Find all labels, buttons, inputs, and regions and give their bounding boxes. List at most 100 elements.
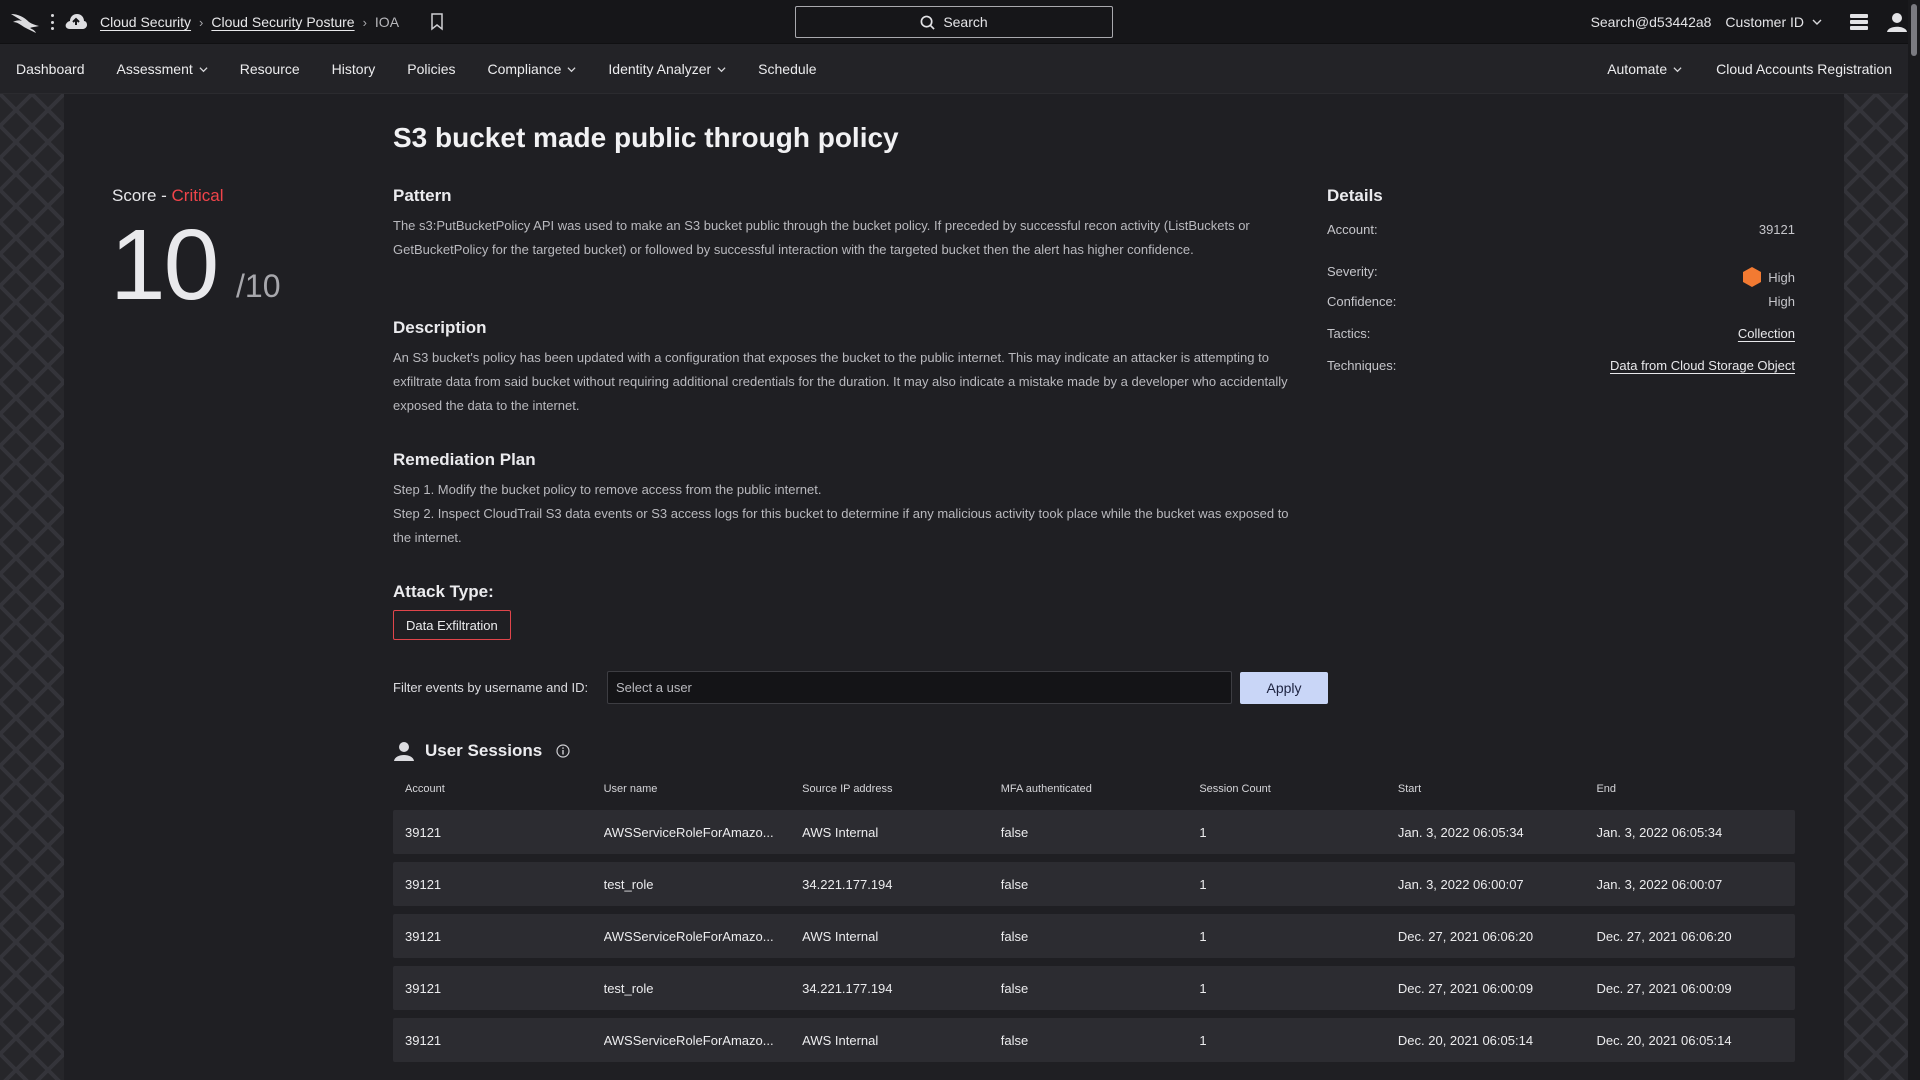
tactics-link[interactable]: Collection <box>1738 326 1795 341</box>
techniques-link[interactable]: Data from Cloud Storage Object <box>1610 358 1795 373</box>
falcon-logo-icon[interactable] <box>10 10 40 34</box>
table-cell: 34.221.177.194 <box>802 980 893 996</box>
apply-button[interactable]: Apply <box>1240 672 1328 704</box>
nav-identity-analyzer[interactable]: Identity Analyzer <box>608 61 726 77</box>
column-header[interactable]: User name <box>604 783 803 795</box>
table-cell: AWSServiceRoleForAmazo... <box>603 1032 774 1048</box>
table-cell: Dec. 20, 2021 06:05:14 <box>1596 1032 1732 1048</box>
nav-label: Cloud Accounts Registration <box>1716 61 1892 77</box>
user-profile-icon[interactable] <box>1886 11 1908 33</box>
page-scrollbar[interactable] <box>1908 0 1920 1080</box>
pattern-text: The s3:PutBucketPolicy API was used to m… <box>393 218 1250 257</box>
column-header[interactable]: Source IP address <box>802 783 1001 795</box>
nav-label: Dashboard <box>16 61 85 77</box>
person-icon <box>394 742 414 761</box>
detail-severity-value: High <box>1768 269 1795 285</box>
table-cell: Dec. 20, 2021 06:05:14 <box>1397 1032 1534 1048</box>
column-header[interactable]: Start <box>1398 783 1597 795</box>
remediation-heading: Remediation Plan <box>393 450 536 469</box>
description-heading: Description <box>393 318 487 337</box>
chevron-right-icon: › <box>199 14 204 30</box>
table-row[interactable]: 39121 AWSServiceRoleForAmazo... AWS Intern… <box>393 1018 1795 1062</box>
bookmark-icon[interactable] <box>430 13 444 31</box>
table-cell: AWS Internal <box>802 928 879 944</box>
user-name[interactable]: Search@d53442a8 <box>1591 14 1712 30</box>
table-header: Account User name Source IP address MFA aut… <box>393 776 1795 802</box>
filter-label: Filter events by username and ID: <box>393 680 589 695</box>
customer-id-dropdown[interactable]: Customer ID <box>1725 14 1822 30</box>
top-bar: Cloud Security › Cloud Security Posture … <box>0 0 1920 44</box>
detail-severity-label: Severity: <box>1327 263 1378 279</box>
breadcrumb-cloud-security[interactable]: Cloud Security <box>100 14 191 30</box>
breadcrumb-cloud-security-posture[interactable]: Cloud Security Posture <box>211 14 354 30</box>
nav-label: Resource <box>239 61 300 77</box>
table-row[interactable]: 39121 test_role 34.221.177.194 false 1 Dec. 2… <box>393 966 1795 1010</box>
detail-account-value: 39121 <box>1758 222 1795 237</box>
table-cell: 39121 <box>405 824 442 840</box>
table-row[interactable]: 39121 test_role 34.221.177.194 false 1 Jan. 3… <box>393 862 1795 906</box>
remediation-step-2: Step 2. Inspect CloudTrail S3 data event… <box>393 506 1289 545</box>
table-row[interactable]: 39121 AWSServiceRoleForAmazo... AWS Intern… <box>393 810 1795 854</box>
search-button[interactable]: Search <box>795 6 1113 38</box>
app-menu-icon[interactable] <box>49 11 55 33</box>
notifications-icon[interactable] <box>1848 11 1870 33</box>
attack-type-heading: Attack Type: <box>393 582 494 601</box>
page-title: S3 bucket made public through policy <box>393 122 899 153</box>
main-nav: Dashboard Assessment Resource History Polici… <box>0 44 1920 94</box>
navr-automate[interactable]: Automate <box>1607 61 1682 77</box>
table-cell: false <box>1000 980 1029 996</box>
nav-history[interactable]: History <box>332 61 376 77</box>
nav-dashboard[interactable]: Dashboard <box>16 61 85 77</box>
nav-left: Dashboard Assessment Resource History Polici… <box>16 44 817 94</box>
nav-resource[interactable]: Resource <box>240 61 300 77</box>
detail-confidence-label: Confidence: <box>1327 294 1397 309</box>
score-label: Score - Critical <box>112 186 223 206</box>
navr-cloud-accounts-registration[interactable]: Cloud Accounts Registration <box>1716 61 1892 77</box>
detail-tactics-label: Tactics: <box>1327 326 1371 341</box>
nav-label: Policies <box>407 61 456 77</box>
column-header[interactable]: Account <box>405 783 604 795</box>
score-label-text: Score - <box>112 186 172 205</box>
chevron-right-icon: › <box>362 14 367 30</box>
info-icon[interactable] <box>556 744 570 758</box>
hexagon-severity-icon <box>1743 267 1762 287</box>
nav-schedule[interactable]: Schedule <box>758 61 816 77</box>
chevron-down-icon <box>567 66 576 72</box>
top-right-area: Search@d53442a8 Customer ID <box>1591 0 1908 44</box>
column-header[interactable]: MFA authenticated <box>1001 783 1200 795</box>
table-cell: test_role <box>603 876 654 892</box>
column-header[interactable]: Session Count <box>1199 783 1398 795</box>
column-header[interactable]: End <box>1596 783 1795 795</box>
decorative-pattern-left <box>0 94 64 1080</box>
table-cell: 39121 <box>405 876 442 892</box>
table-cell: false <box>1000 1032 1029 1048</box>
table-row[interactable]: 39121 AWSServiceRoleForAmazo... AWS Intern… <box>393 914 1795 958</box>
nav-label: Compliance <box>487 61 562 77</box>
table-cell: 1 <box>1199 928 1207 944</box>
decorative-pattern-right <box>1844 94 1908 1080</box>
chevron-down-icon <box>199 66 208 72</box>
user-filter-input[interactable] <box>607 671 1232 704</box>
customer-id-label: Customer ID <box>1725 14 1804 30</box>
detail-confidence-value: High <box>1768 294 1795 309</box>
nav-assessment[interactable]: Assessment <box>117 61 208 77</box>
nav-compliance[interactable]: Compliance <box>487 61 576 77</box>
remediation-text: Step 1. Modify the bucket policy to remo… <box>393 478 1293 550</box>
nav-label: Assessment <box>116 61 193 77</box>
table-cell: Jan. 3, 2022 06:05:34 <box>1397 824 1524 840</box>
user-sessions-table: Account User name Source IP address MFA aut… <box>393 776 1795 1062</box>
table-cell: Dec. 27, 2021 06:00:09 <box>1596 980 1732 996</box>
table-cell: Dec. 27, 2021 06:06:20 <box>1596 928 1732 944</box>
nav-label: Identity Analyzer <box>608 61 712 77</box>
nav-label: Schedule <box>758 61 817 77</box>
table-cell: test_role <box>603 980 654 996</box>
table-cell: 39121 <box>405 980 442 996</box>
scrollbar-thumb[interactable] <box>1911 4 1917 56</box>
table-cell: Jan. 3, 2022 06:00:07 <box>1397 876 1524 892</box>
search-icon <box>920 15 935 30</box>
detail-severity: Severity: High <box>1327 254 1795 288</box>
nav-policies[interactable]: Policies <box>407 61 455 77</box>
score-value: 10 <box>110 209 219 321</box>
details-heading: Details <box>1327 186 1383 205</box>
table-cell: AWSServiceRoleForAmazo... <box>603 928 774 944</box>
